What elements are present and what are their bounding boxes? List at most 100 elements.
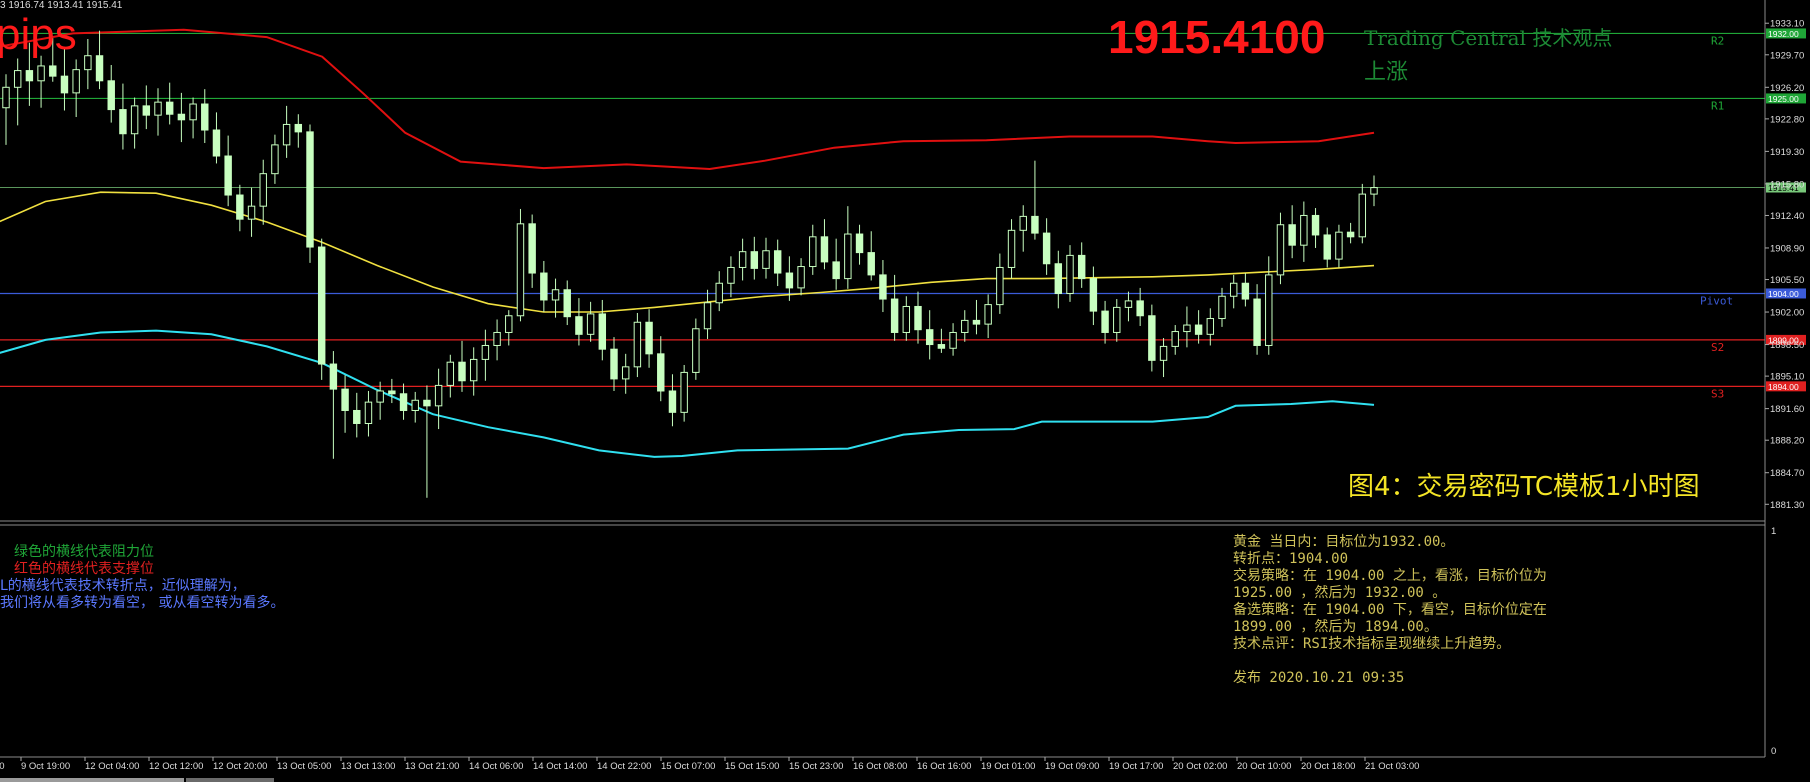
candle-bull — [1358, 193, 1367, 238]
candle-bull — [586, 313, 595, 335]
candle-bear — [785, 272, 794, 289]
candle-bull — [1229, 282, 1238, 297]
candle-bull — [715, 282, 723, 304]
y-tick-label: 1915.80 — [1770, 179, 1804, 190]
candle-bull — [13, 70, 22, 88]
candle-bear — [1031, 215, 1039, 234]
level-price-tag-text: 1894.00 — [1768, 382, 1799, 392]
candle-bear — [563, 289, 571, 318]
y-tick-label: 1908.90 — [1770, 243, 1804, 254]
candle-bear — [458, 361, 466, 382]
candle-bear — [212, 129, 221, 157]
candle-bull — [72, 69, 80, 94]
candle-bear — [1288, 224, 1296, 246]
candle-bull — [84, 55, 92, 71]
candle-bull — [1206, 318, 1215, 335]
candle-bull — [902, 305, 911, 333]
candle-bear — [399, 393, 408, 411]
candle-bear — [937, 344, 946, 349]
x-tick-label: 19 Oct 09:00 — [1045, 761, 1099, 772]
level-price-tag-text: 1904.00 — [1768, 289, 1799, 299]
candle-bear — [914, 305, 922, 331]
candle-bear — [925, 329, 934, 346]
level-name-label: Pivot — [1700, 294, 1733, 307]
candle-bull — [949, 331, 957, 349]
candle-bull — [703, 302, 712, 330]
legend-note-pivot: L的横线代表技术转折点，近似理解为， — [0, 578, 246, 594]
candle-bull — [809, 236, 817, 268]
candle-bull — [1007, 229, 1016, 268]
candle-bull — [1300, 214, 1308, 246]
candle-bear — [1311, 214, 1320, 236]
level-price-tag-text: 1932.00 — [1768, 29, 1799, 39]
candle-bear — [879, 274, 887, 300]
candle-bull — [282, 123, 291, 146]
tc-view-title: Trading Central 技术观点 — [1364, 26, 1613, 50]
candle-bear — [236, 194, 244, 220]
candle-bear — [1346, 231, 1355, 238]
y-tick-label: 1891.60 — [1770, 404, 1804, 415]
candle-bull — [189, 103, 197, 121]
level-name-label: S3 — [1711, 387, 1724, 400]
candle-bear — [95, 55, 104, 82]
y-tick-label: 1933.10 — [1770, 19, 1804, 30]
candle-bull — [37, 65, 45, 82]
candle-bull — [1019, 215, 1027, 231]
level-name-label: S2 — [1711, 341, 1724, 354]
y-tick-label: 1902.00 — [1770, 308, 1804, 319]
y-tick-label: 1926.20 — [1770, 83, 1804, 94]
candle-bull — [1335, 231, 1343, 260]
y-tick-label: 1888.20 — [1770, 436, 1804, 447]
candle-bull — [1124, 300, 1133, 308]
figure-caption: 图4：交易密码TC模板1小时图 — [1348, 472, 1700, 502]
candle-bear — [645, 321, 653, 355]
candle-bull — [1276, 224, 1285, 276]
x-tick-label: 16 Oct 16:00 — [917, 761, 971, 772]
candle-bear — [1089, 278, 1098, 312]
y-tick-label: 1895.10 — [1770, 372, 1804, 383]
x-tick-label: 14 Oct 14:00 — [533, 761, 587, 772]
x-tick-label: 12 Oct 12:00 — [149, 761, 203, 772]
candle-bear — [353, 409, 361, 424]
x-tick-label: 15 Oct 23:00 — [789, 761, 843, 772]
legend-note-resistance: 绿色的横线代表阻力位 — [14, 544, 154, 560]
level-name-label: R1 — [1711, 99, 1724, 112]
x-tick-label: 9 Oct 19:00 — [21, 761, 70, 772]
subpanel-bottom-label: 0 — [1771, 746, 1776, 757]
candle-bull — [469, 358, 478, 382]
candle-bull — [505, 315, 513, 333]
candle-bear — [317, 246, 326, 365]
candle-bear — [1241, 282, 1250, 300]
candle-bull — [797, 266, 805, 289]
candle-bear — [1042, 232, 1051, 265]
candle-bear — [1148, 315, 1156, 361]
candle-bull — [1159, 345, 1168, 361]
candle-bear — [820, 236, 829, 263]
x-tick-label: 14 Oct 06:00 — [469, 761, 523, 772]
x-tick-label: 15 Oct 07:00 — [661, 761, 715, 772]
candle-bull — [493, 331, 501, 346]
candle-bear — [972, 319, 981, 325]
legend-note-pivot-meaning: 我们将从看多转为看空， 或从看空转为看多。 — [0, 595, 285, 611]
candle-bear — [49, 65, 57, 77]
candle-bull — [1113, 306, 1121, 333]
candle-bull — [1066, 254, 1074, 294]
candle-bull — [996, 266, 1004, 306]
candle-bull — [247, 205, 256, 220]
candle-bear — [1077, 254, 1086, 280]
current-price-display: 1915.4100 — [1108, 11, 1326, 63]
candle-bear — [657, 353, 665, 392]
candle-bear — [329, 363, 338, 390]
analysis-line: 交易策略：在 1904.00 之上，看涨，目标价位为 — [1233, 568, 1547, 584]
candle-bull — [154, 101, 162, 116]
candle-bull — [1265, 274, 1273, 346]
candle-bull — [1218, 295, 1226, 320]
candle-bear — [423, 399, 431, 407]
candle-bear — [750, 251, 759, 269]
candle-bull — [692, 328, 700, 373]
candle-bear — [142, 105, 151, 116]
y-tick-label: 1912.40 — [1770, 211, 1804, 222]
candle-bear — [224, 155, 232, 196]
candle-bull — [1171, 331, 1179, 347]
tc-direction: 上涨 — [1364, 60, 1409, 85]
